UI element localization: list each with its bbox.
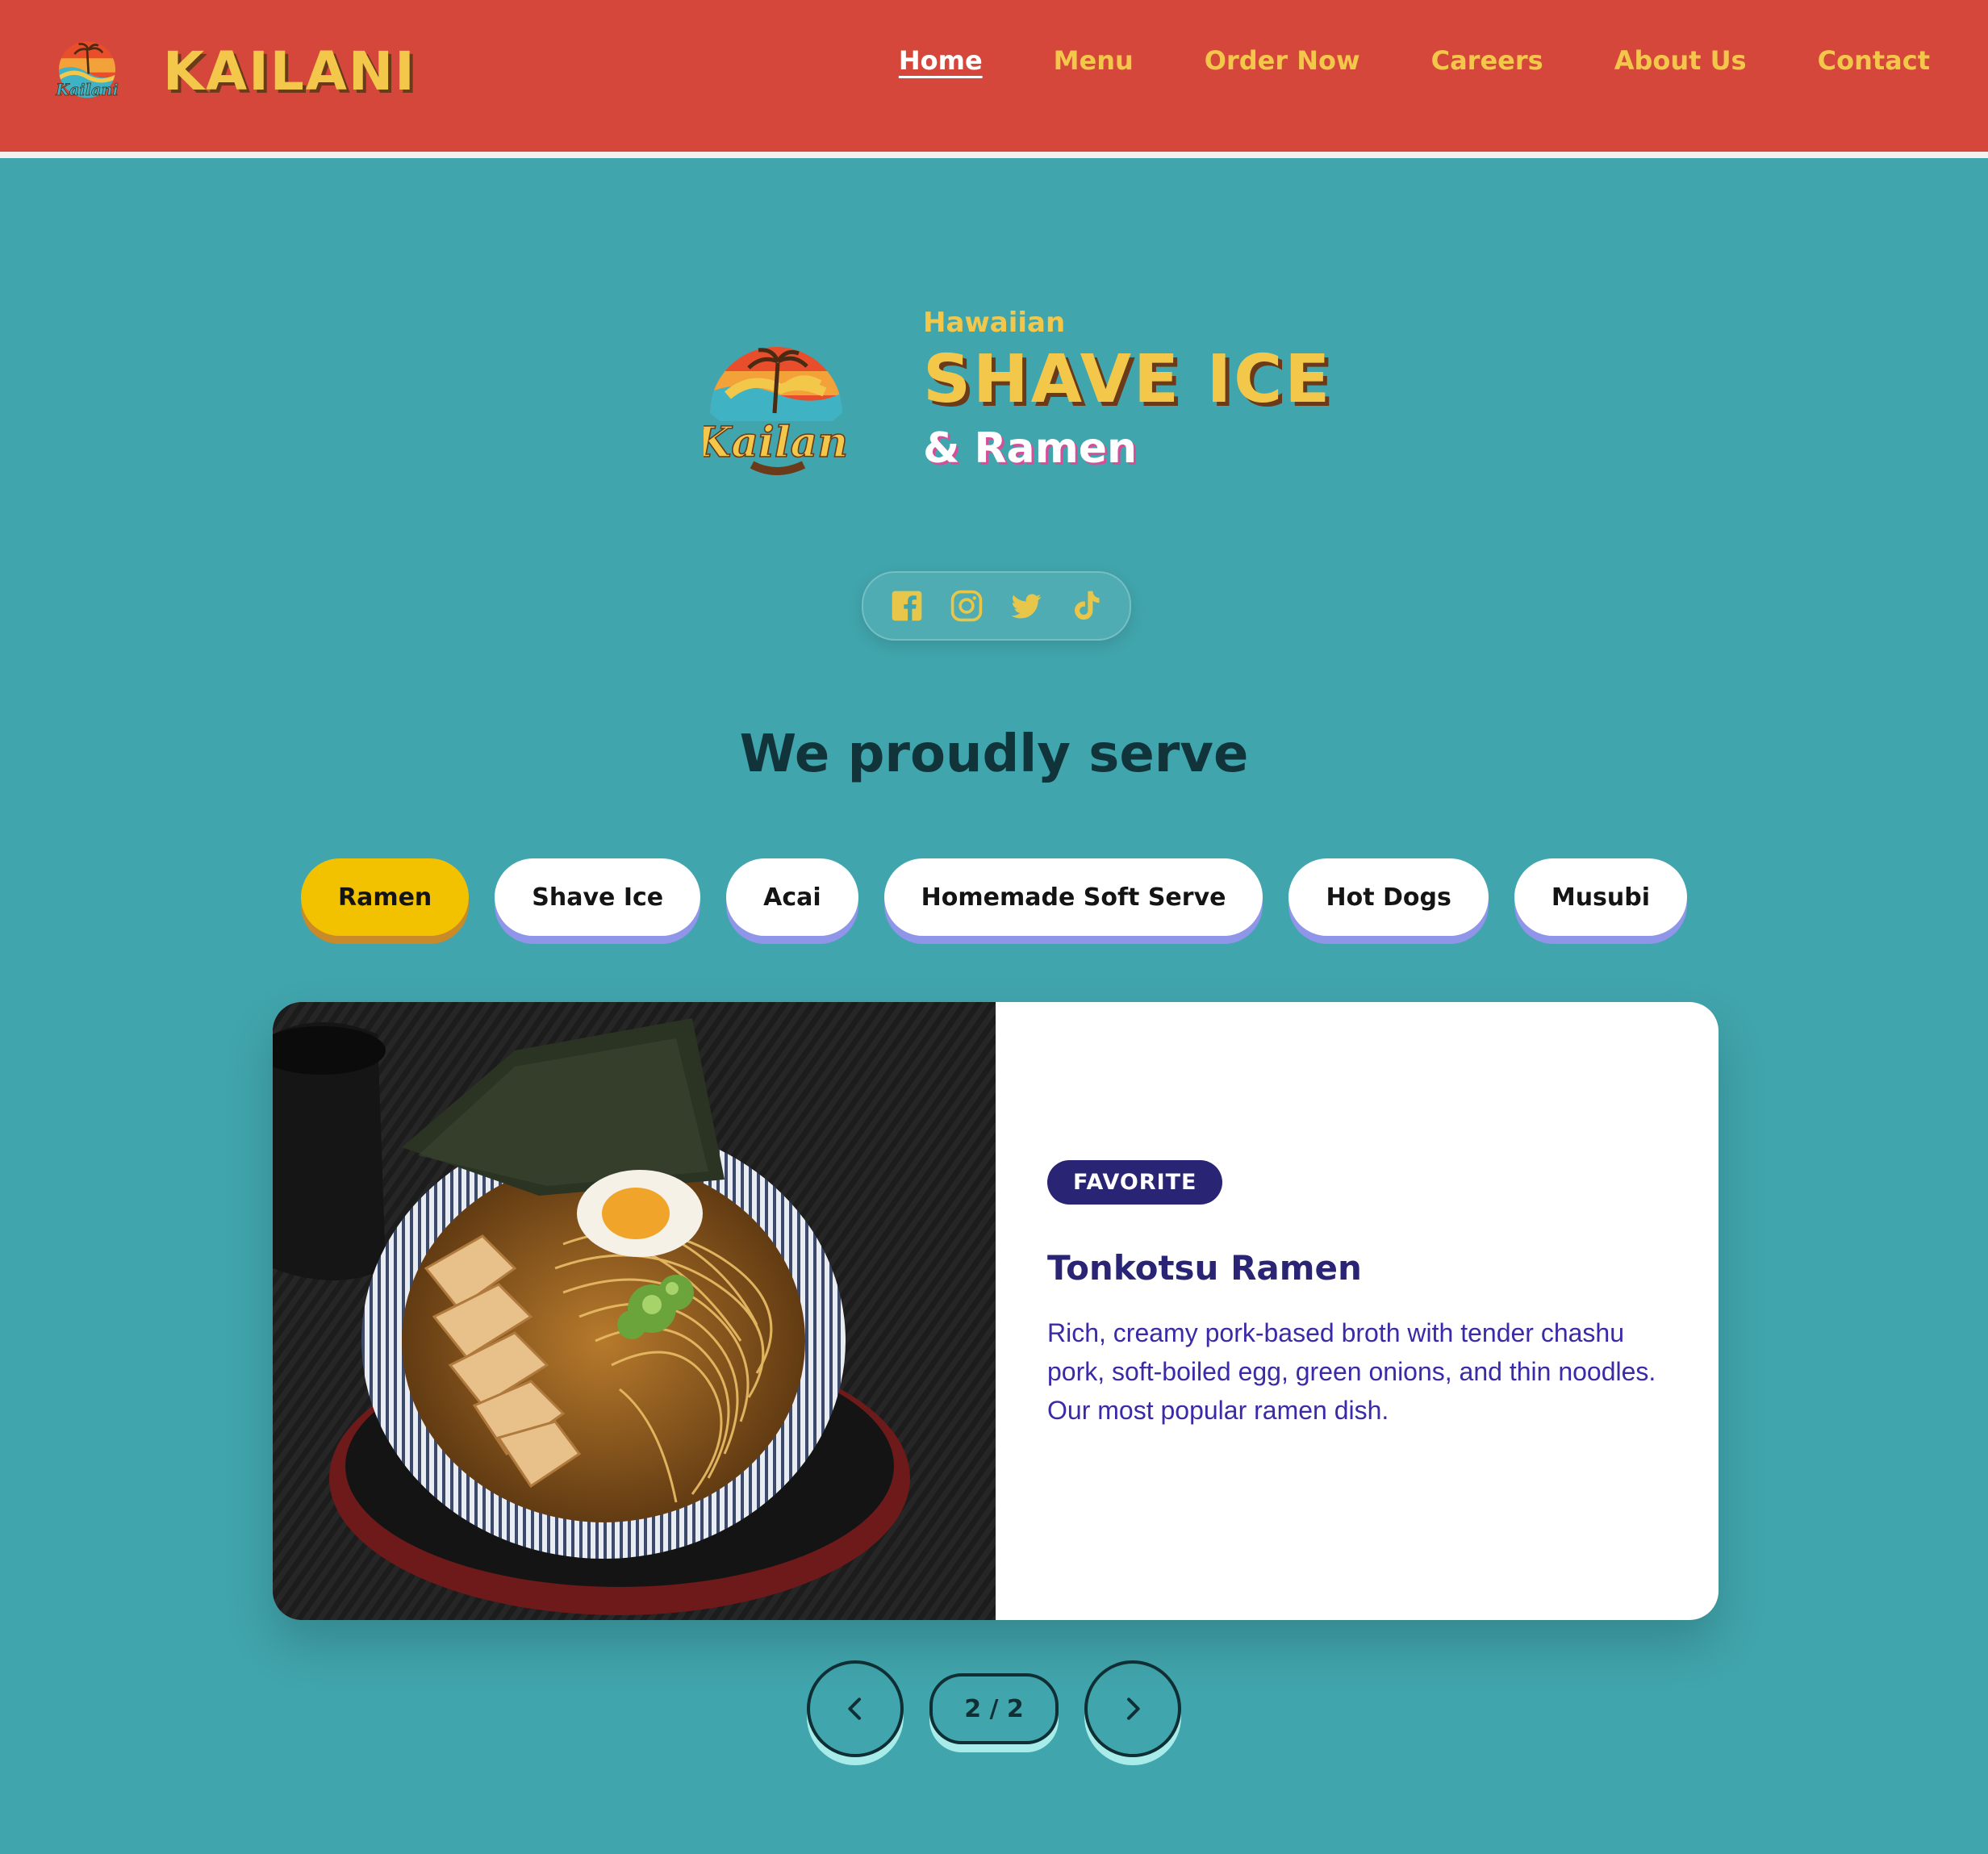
item-title: Tonkotsu Ramen [1047,1248,1362,1288]
kailani-logo: Kailani [55,41,119,99]
category-ramen[interactable]: Ramen [300,858,470,936]
twitter-icon[interactable] [1009,588,1044,624]
chevron-right-icon [1127,1697,1140,1720]
main-nav: Home Menu Order Now Careers About Us Con… [899,45,1930,76]
section-title: We proudly serve [739,724,1249,784]
nav-contact[interactable]: Contact [1818,45,1930,76]
chevron-left-icon [848,1697,861,1720]
category-shave-ice[interactable]: Shave Ice [495,858,701,936]
hero-heading: Hawaiian SHAVE ICE & Ramen [923,307,1332,473]
brand[interactable]: Kailani KAILANI [52,37,416,105]
category-acai[interactable]: Acai [726,858,858,936]
carousel-pager: 2 / 2 [0,1660,1988,1757]
previous-button[interactable] [807,1660,904,1757]
brand-logo-text: Kailani [55,81,119,99]
next-button[interactable] [1084,1660,1181,1757]
category-hot-dogs[interactable]: Hot Dogs [1288,858,1489,936]
featured-item-details: FAVORITE Tonkotsu Ramen Rich, creamy por… [996,1002,1719,1620]
nav-menu[interactable]: Menu [1054,45,1134,76]
category-soft-serve[interactable]: Homemade Soft Serve [883,858,1263,936]
tiktok-icon[interactable] [1068,588,1104,624]
facebook-icon[interactable] [889,588,925,624]
nav-about-us[interactable]: About Us [1614,45,1747,76]
category-musubi[interactable]: Musubi [1514,858,1688,936]
item-description: Rich, creamy pork-based broth with tende… [1047,1318,1656,1425]
featured-item-card: FAVORITE Tonkotsu Ramen Rich, creamy por… [273,1002,1719,1620]
nav-order-now[interactable]: Order Now [1205,45,1360,76]
ramen-photo [273,1002,996,1620]
favorite-badge: FAVORITE [1047,1160,1223,1205]
hero-logo-text: Kailani [704,418,849,467]
instagram-icon[interactable] [949,588,984,624]
brand-name: KAILANI [163,40,416,102]
site-header: Kailani KAILANI Home Menu Order Now Care… [0,0,1988,158]
hero-logo: Kailani [704,347,849,475]
nav-careers[interactable]: Careers [1431,45,1543,76]
hero-subtitle: Hawaiian [923,307,1066,339]
hero-title: SHAVE ICE [923,341,1333,418]
social-links [862,571,1131,641]
page-indicator: 2 / 2 [929,1673,1059,1744]
nav-home[interactable]: Home [899,45,983,76]
hero-tagline: & Ramen [923,424,1138,473]
category-tabs: Ramen Shave Ice Acai Homemade Soft Serve… [0,858,1988,936]
